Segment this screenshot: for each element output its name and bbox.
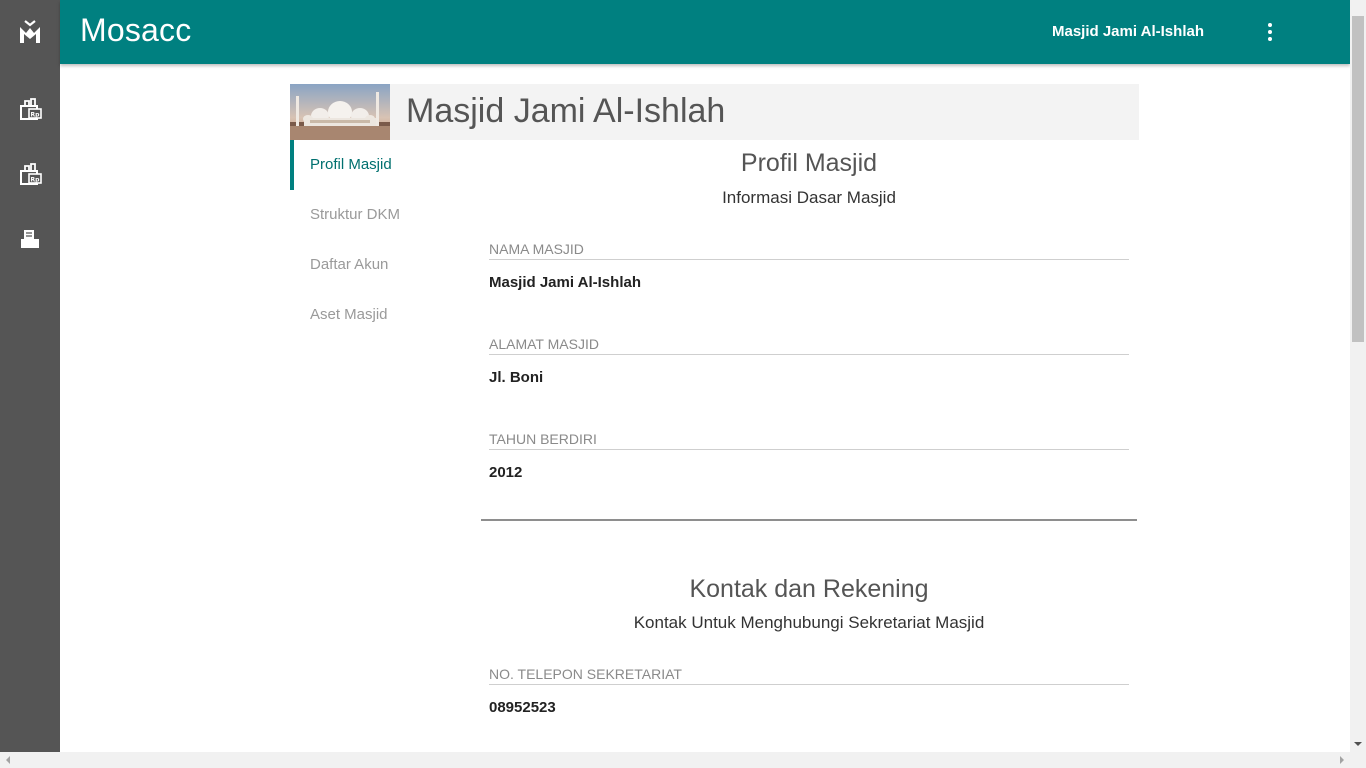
more-menu-icon[interactable] — [1260, 20, 1280, 44]
horizontal-scrollbar[interactable] — [0, 752, 1366, 768]
account-name[interactable]: Masjid Jami Al-Ishlah — [1052, 23, 1204, 40]
tab-profil-masjid[interactable]: Profil Masjid — [290, 140, 460, 190]
field-value-nama-masjid: Masjid Jami Al-Ishlah — [489, 274, 641, 291]
report-icon[interactable] — [0, 217, 60, 261]
app-brand[interactable]: Mosacc — [80, 12, 191, 49]
scroll-right-arrow-icon[interactable] — [1334, 752, 1350, 768]
tab-daftar-akun[interactable]: Daftar Akun — [290, 240, 460, 290]
left-nav-rail: Rp Rp — [0, 0, 60, 768]
scroll-down-arrow-icon[interactable] — [1350, 736, 1366, 752]
field-value-alamat-masjid: Jl. Boni — [489, 369, 544, 386]
scrollbar-thumb[interactable] — [1352, 16, 1364, 342]
mosque-header: Masjid Jami Al-Ishlah — [290, 84, 1139, 140]
top-app-bar: Mosacc Masjid Jami Al-Ishlah — [60, 0, 1350, 64]
tab-struktur-dkm[interactable]: Struktur DKM — [290, 190, 460, 240]
svg-text:Rp: Rp — [31, 112, 41, 119]
mosque-logo-icon[interactable] — [0, 10, 60, 54]
tab-aset-masjid[interactable]: Aset Masjid — [290, 290, 460, 340]
field-label-tahun-berdiri: TAHUN BERDIRI — [489, 431, 1129, 450]
profile-section-subtitle: Informasi Dasar Masjid — [722, 188, 896, 207]
profile-tabs: Profil Masjid Struktur DKM Daftar Akun A… — [290, 140, 460, 340]
field-label-nama-masjid: NAMA MASJID — [489, 241, 1129, 260]
expense-receipt-icon[interactable]: Rp — [0, 152, 60, 196]
field-label-telepon: NO. TELEPON SEKRETARIAT — [489, 666, 1129, 685]
field-value-telepon: 08952523 — [489, 699, 556, 716]
svg-text:Rp: Rp — [31, 177, 41, 184]
field-label-alamat-masjid: ALAMAT MASJID — [489, 336, 1129, 355]
mosque-photo — [290, 84, 390, 140]
field-value-tahun-berdiri: 2012 — [489, 464, 523, 481]
scroll-left-arrow-icon[interactable] — [0, 752, 16, 768]
page-title: Masjid Jami Al-Ishlah — [406, 92, 726, 130]
contact-section-subtitle: Kontak Untuk Menghubungi Sekretariat Mas… — [633, 613, 985, 632]
donation-receipt-icon[interactable]: Rp — [0, 87, 60, 131]
profile-section-title: Profil Masjid — [740, 149, 878, 177]
vertical-scrollbar[interactable] — [1350, 0, 1366, 752]
contact-section-title: Kontak dan Rekening — [689, 575, 929, 603]
section-divider — [481, 519, 1137, 521]
scroll-up-arrow-icon[interactable] — [1350, 0, 1366, 16]
